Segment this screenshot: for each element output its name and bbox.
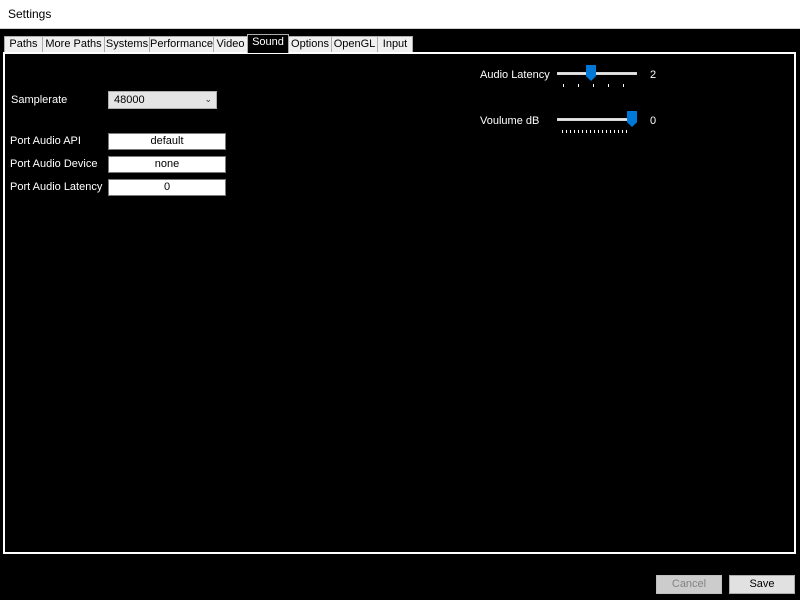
slider-thumb[interactable] (627, 111, 637, 127)
slider-tick (563, 84, 564, 87)
audio-latency-value: 2 (650, 69, 657, 81)
port-audio-device-label: Port Audio Device (10, 158, 98, 170)
save-button[interactable]: Save (729, 575, 795, 594)
slider-track (557, 118, 637, 121)
samplerate-dropdown[interactable]: 48000 ⌄ (108, 91, 217, 109)
slider-ticks (559, 130, 635, 134)
tab-sound[interactable]: Sound (247, 34, 289, 53)
slider-tick (614, 130, 615, 133)
slider-thumb[interactable] (586, 65, 596, 81)
samplerate-value: 48000 (114, 94, 145, 106)
slider-tick (570, 130, 571, 133)
sound-panel (3, 52, 796, 554)
audio-latency-label: Audio Latency (480, 69, 550, 81)
slider-tick (574, 130, 575, 133)
tab-more-paths[interactable]: More Paths (42, 36, 105, 52)
slider-tick (594, 130, 595, 133)
slider-track (557, 72, 637, 75)
slider-tick (618, 130, 619, 133)
slider-tick (578, 130, 579, 133)
slider-tick (623, 84, 624, 87)
port-audio-latency-label: Port Audio Latency (10, 181, 103, 193)
port-audio-api-label: Port Audio API (10, 135, 81, 147)
slider-tick (586, 130, 587, 133)
volume-value: 0 (650, 115, 657, 127)
tab-opengl[interactable]: OpenGL (331, 36, 378, 52)
slider-tick (562, 130, 563, 133)
slider-tick (606, 130, 607, 133)
tab-paths[interactable]: Paths (4, 36, 43, 52)
title-bar: Settings (0, 0, 800, 29)
cancel-button[interactable]: Cancel (656, 575, 722, 594)
slider-tick (626, 130, 627, 133)
port-audio-latency-field[interactable]: 0 (108, 179, 226, 196)
port-audio-device-field[interactable]: none (108, 156, 226, 173)
slider-tick (598, 130, 599, 133)
port-audio-api-field[interactable]: default (108, 133, 226, 150)
slider-tick (593, 84, 594, 87)
tab-options[interactable]: Options (288, 36, 332, 52)
volume-slider[interactable] (557, 111, 637, 135)
slider-tick (610, 130, 611, 133)
window-title: Settings (8, 7, 52, 21)
slider-tick (622, 130, 623, 133)
slider-tick (608, 84, 609, 87)
slider-tick (566, 130, 567, 133)
volume-label: Voulume dB (480, 115, 540, 127)
samplerate-label: Samplerate (11, 94, 68, 106)
tab-systems[interactable]: Systems (104, 36, 150, 52)
slider-tick (602, 130, 603, 133)
slider-ticks (559, 84, 635, 88)
audio-latency-slider[interactable] (557, 65, 637, 89)
chevron-down-icon: ⌄ (204, 94, 212, 104)
tab-input[interactable]: Input (377, 36, 413, 52)
tab-video[interactable]: Video (213, 36, 248, 52)
slider-tick (578, 84, 579, 87)
slider-tick (582, 130, 583, 133)
tab-performance[interactable]: Performance (149, 36, 214, 52)
slider-tick (590, 130, 591, 133)
